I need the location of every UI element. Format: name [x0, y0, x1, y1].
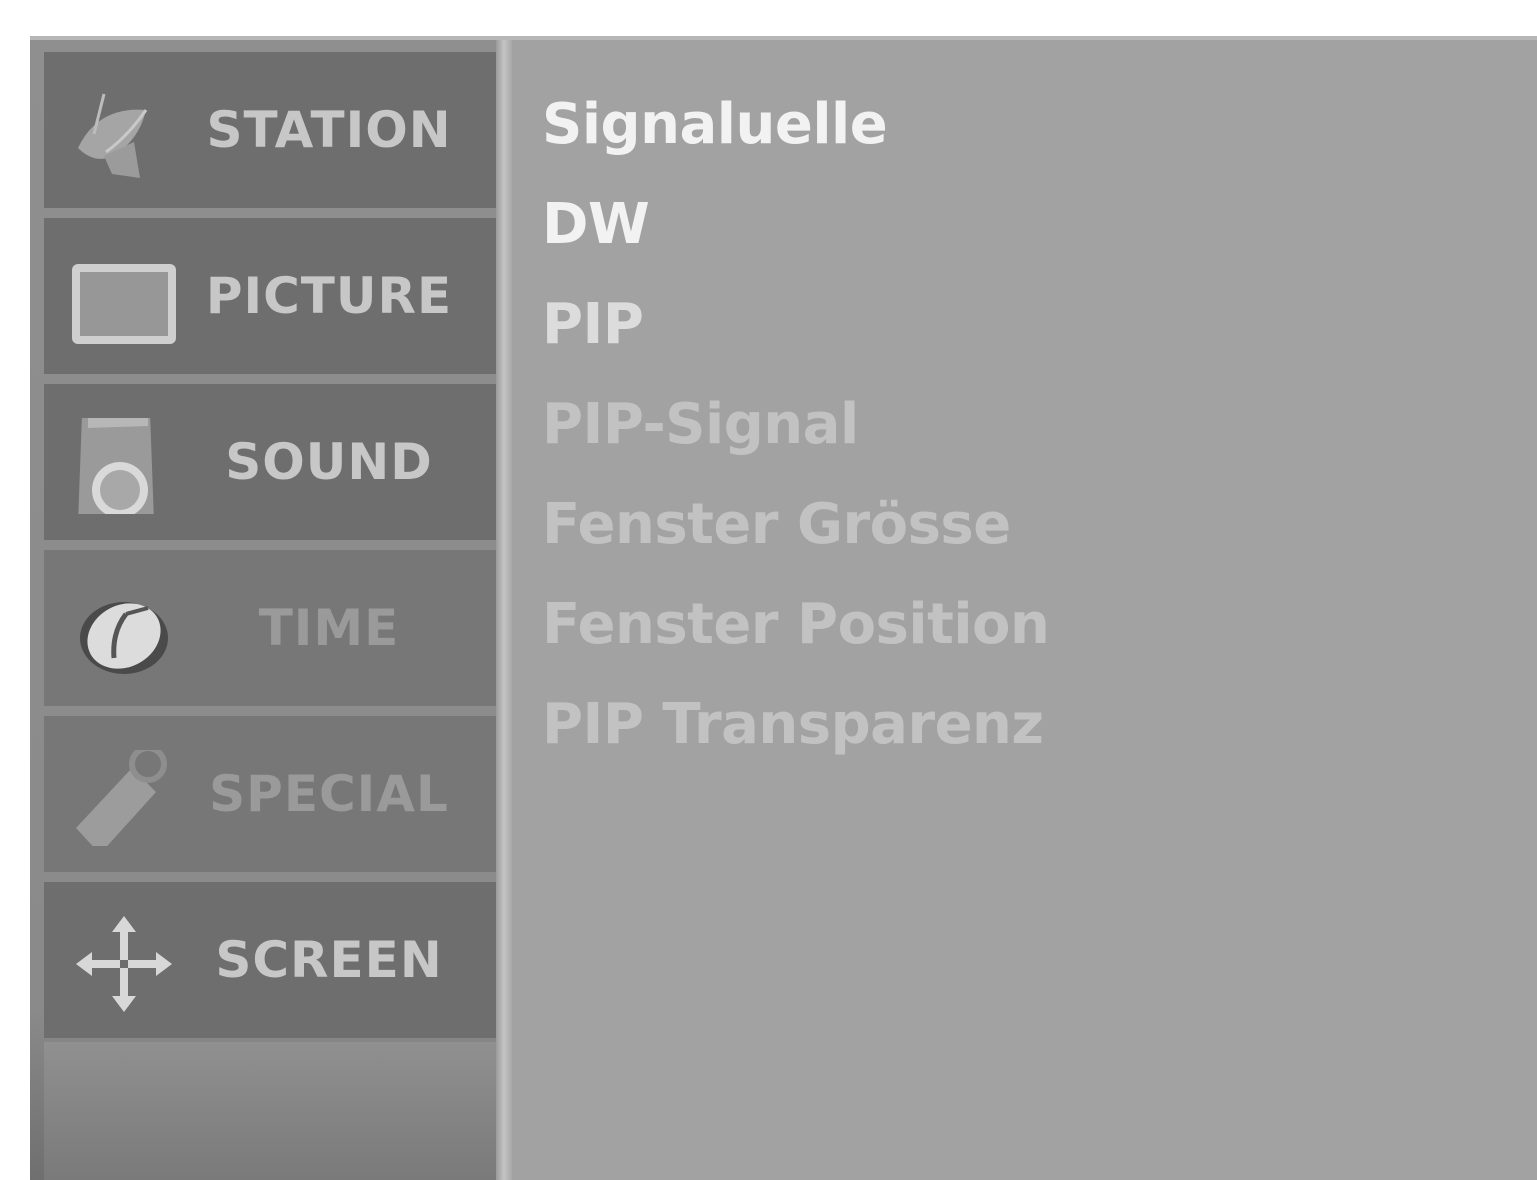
menu-item-fenster-position[interactable]: Fenster Position [542, 592, 1050, 657]
osd-menu: STATION PICTURE SOUND TIME SPECIAL SCREE… [30, 36, 1537, 1180]
satellite-dish-icon [78, 93, 148, 178]
tab-picture-label: PICTURE [205, 267, 453, 325]
menu-item-fenster-groesse[interactable]: Fenster Grösse [542, 492, 1011, 557]
sidebar-footer [44, 1042, 496, 1180]
picture-frame-icon [72, 264, 176, 344]
sidebar: STATION PICTURE SOUND TIME SPECIAL SCREE… [30, 40, 512, 1180]
menu-item-dw[interactable]: DW [542, 192, 650, 257]
tab-sound-label: SOUND [225, 433, 433, 491]
tag-icon [76, 750, 167, 846]
tab-picture[interactable]: PICTURE [44, 218, 496, 374]
move-arrows-icon [76, 916, 172, 1012]
tab-time[interactable]: TIME [44, 550, 496, 706]
menu-item-signaluelle[interactable]: Signaluelle [542, 92, 888, 157]
menu-item-pip[interactable]: PIP [542, 292, 644, 357]
tab-screen[interactable]: SCREEN [44, 882, 496, 1038]
tab-time-label: TIME [258, 599, 400, 657]
tab-sound[interactable]: SOUND [44, 384, 496, 540]
menu-item-pip-signal[interactable]: PIP-Signal [542, 392, 859, 457]
tab-station-label: STATION [206, 101, 452, 159]
speaker-icon [78, 418, 154, 514]
tab-special[interactable]: SPECIAL [44, 716, 496, 872]
tab-station[interactable]: STATION [44, 52, 496, 208]
sidebar-divider [496, 40, 512, 1180]
menu-item-pip-transparenz[interactable]: PIP Transparenz [542, 692, 1044, 757]
tab-special-label: SPECIAL [209, 765, 449, 823]
tab-screen-label: SCREEN [215, 931, 443, 989]
submenu-panel: Signaluelle DW PIP PIP-Signal Fenster Gr… [512, 40, 1537, 1180]
clock-icon [80, 602, 168, 674]
